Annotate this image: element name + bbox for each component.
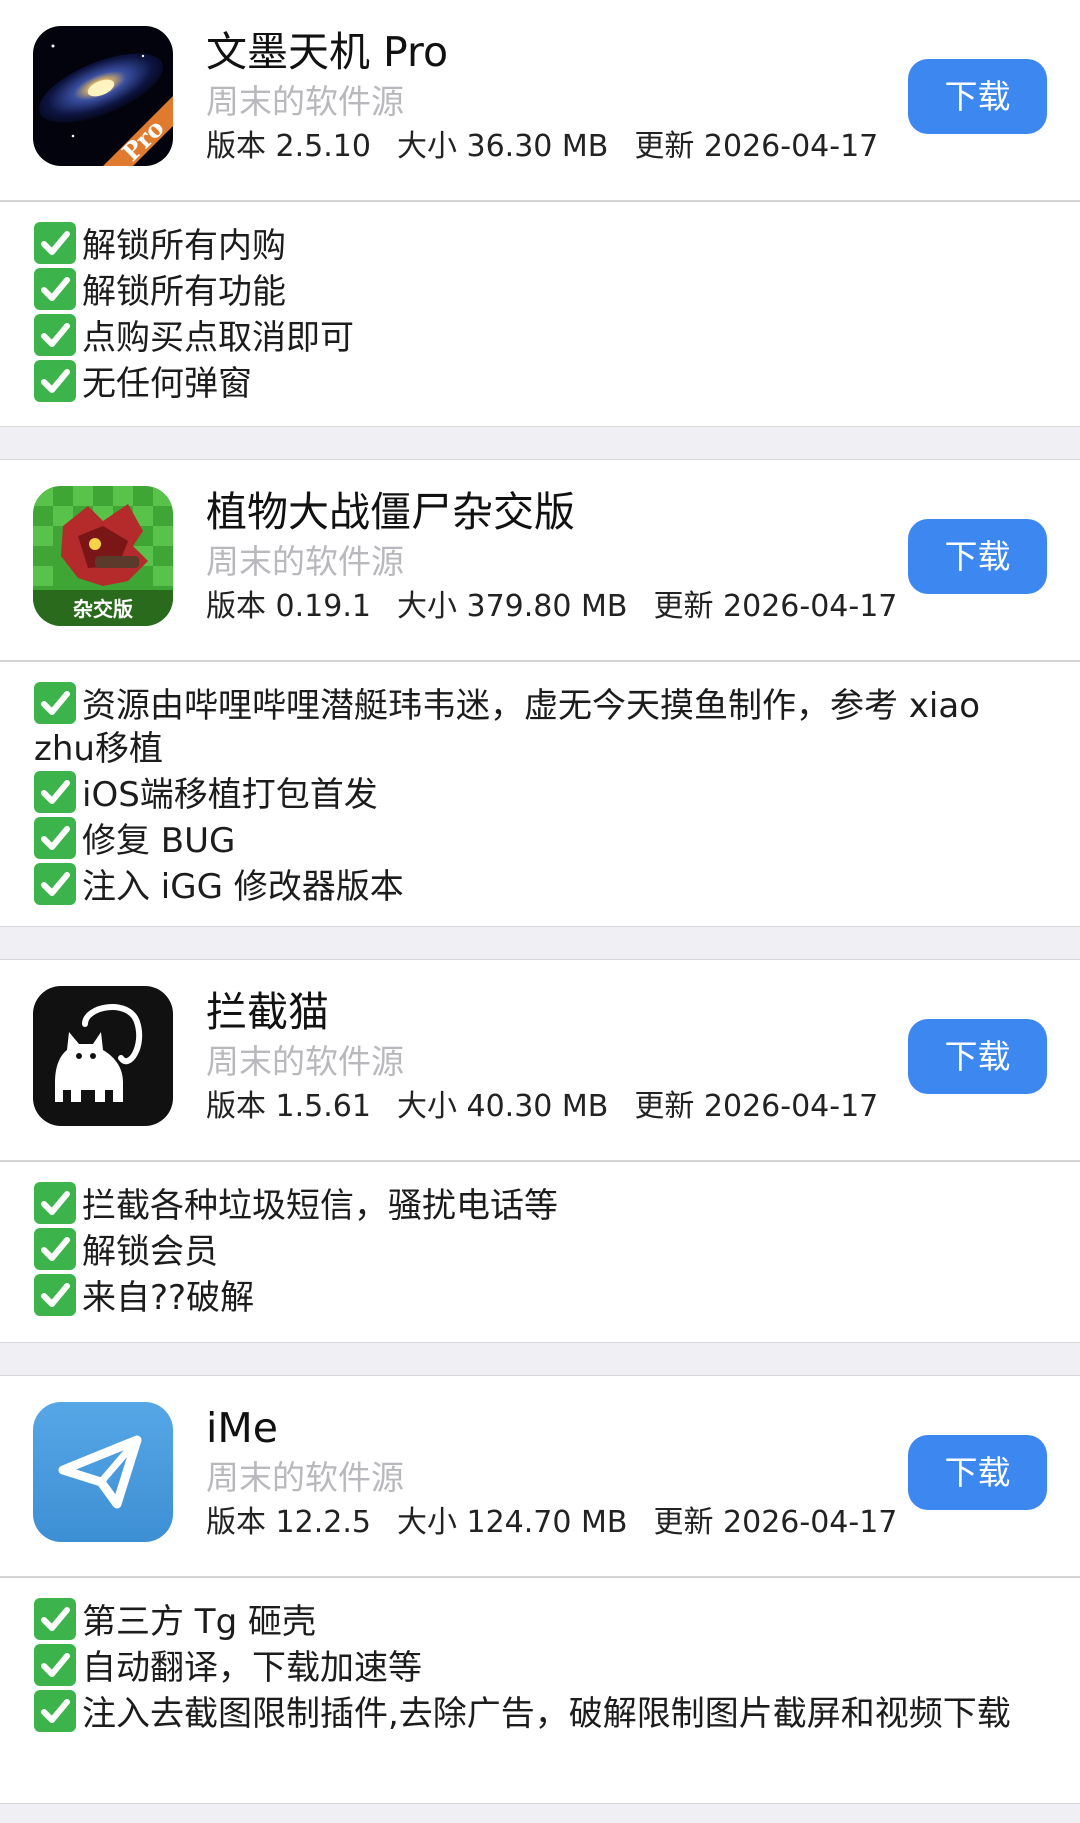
app-updated: 更新 2026-04-17 xyxy=(653,589,898,624)
feature-list: 拦截各种垃圾短信，骚扰电话等 解锁会员 来自??破解 xyxy=(0,1162,1080,1342)
app-size: 大小 124.70 MB xyxy=(396,1505,628,1540)
feature-item: 解锁所有内购 xyxy=(34,222,1044,268)
section-separator xyxy=(0,426,1080,460)
feature-item: 自动翻译，下载加速等 xyxy=(34,1644,1044,1690)
icon-badge: 杂交版 xyxy=(73,597,133,621)
feature-item: 注入 iGG 修改器版本 xyxy=(34,863,1044,909)
app-size: 大小 36.30 MB xyxy=(396,129,609,164)
app-meta: 版本 1.5.61 大小 40.30 MB 更新 2026-04-17 xyxy=(206,1088,878,1126)
check-icon xyxy=(34,817,76,859)
app-source: 周末的软件源 xyxy=(206,542,404,581)
app-size: 大小 379.80 MB xyxy=(396,589,628,624)
feature-list: 解锁所有内购 解锁所有功能 点购买点取消即可 无任何弹窗 xyxy=(0,202,1080,426)
check-icon xyxy=(34,771,76,813)
app-meta: 版本 0.19.1 大小 379.80 MB 更新 2026-04-17 xyxy=(206,588,897,626)
feature-list: 资源由哔哩哔哩潜艇玮韦迷，虚无今天摸鱼制作，参考 xiao zhu移植 iOS端… xyxy=(0,662,1080,926)
app-updated: 更新 2026-04-17 xyxy=(653,1505,898,1540)
feature-item: 修复 BUG xyxy=(34,817,1044,863)
feature-item: 解锁会员 xyxy=(34,1228,1044,1274)
app-name: 文墨天机 Pro xyxy=(206,28,449,76)
app-source: 周末的软件源 xyxy=(206,1042,404,1081)
section-separator xyxy=(0,1342,1080,1376)
app-source: 周末的软件源 xyxy=(206,82,404,121)
app-card: iMe 周末的软件源 版本 12.2.5 大小 124.70 MB 更新 2026-… xyxy=(0,1376,1080,1576)
feature-item: iOS端移植打包首发 xyxy=(34,771,1044,817)
section-separator xyxy=(0,926,1080,960)
check-icon xyxy=(34,1598,76,1640)
check-icon xyxy=(34,1228,76,1270)
download-button[interactable]: 下载 xyxy=(908,59,1047,134)
cat-icon[interactable] xyxy=(33,986,173,1126)
feature-item: 无任何弹窗 xyxy=(34,360,1044,406)
app-updated: 更新 2026-04-17 xyxy=(634,129,879,164)
download-button[interactable]: 下载 xyxy=(908,1019,1047,1094)
app-card: 拦截猫 周末的软件源 版本 1.5.61 大小 40.30 MB 更新 2026-0… xyxy=(0,960,1080,1160)
check-icon xyxy=(34,222,76,264)
paper-plane-icon[interactable] xyxy=(33,1402,173,1542)
app-card: 杂交版 植物大战僵尸杂交版 周末的软件源 版本 0.19.1 大小 379.80 … xyxy=(0,460,1080,660)
app-card: Pro 文墨天机 Pro 周末的软件源 版本 2.5.10 大小 36.30 MB… xyxy=(0,0,1080,200)
feature-item: 解锁所有功能 xyxy=(34,268,1044,314)
pvz-hybrid-icon[interactable]: 杂交版 xyxy=(33,486,173,626)
download-button[interactable]: 下载 xyxy=(908,1435,1047,1510)
app-meta: 版本 2.5.10 大小 36.30 MB 更新 2026-04-17 xyxy=(206,128,878,166)
app-version: 版本 1.5.61 xyxy=(206,1089,371,1124)
check-icon xyxy=(34,360,76,402)
feature-item: 拦截各种垃圾短信，骚扰电话等 xyxy=(34,1182,1044,1228)
app-version: 版本 12.2.5 xyxy=(206,1505,371,1540)
section-separator xyxy=(0,1803,1080,1823)
check-icon xyxy=(34,1274,76,1316)
check-icon xyxy=(34,682,76,724)
check-icon xyxy=(34,268,76,310)
feature-list: 第三方 Tg 砸壳 自动翻译，下载加速等 注入去截图限制插件,去除广告，破解限制… xyxy=(0,1578,1080,1803)
check-icon xyxy=(34,1644,76,1686)
feature-item: 点购买点取消即可 xyxy=(34,314,1044,360)
feature-item: 资源由哔哩哔哩潜艇玮韦迷，虚无今天摸鱼制作，参考 xiao zhu移植 xyxy=(34,682,1044,771)
app-name: iMe xyxy=(206,1404,278,1452)
download-button[interactable]: 下载 xyxy=(908,519,1047,594)
galaxy-pro-icon[interactable]: Pro xyxy=(33,26,173,166)
feature-item: 第三方 Tg 砸壳 xyxy=(34,1598,1044,1644)
feature-item: 来自??破解 xyxy=(34,1274,1044,1320)
feature-item: 注入去截图限制插件,去除广告，破解限制图片截屏和视频下载 xyxy=(34,1690,1044,1736)
app-meta: 版本 12.2.5 大小 124.70 MB 更新 2026-04-17 xyxy=(206,1504,897,1542)
app-size: 大小 40.30 MB xyxy=(396,1089,609,1124)
check-icon xyxy=(34,314,76,356)
check-icon xyxy=(34,1182,76,1224)
check-icon xyxy=(34,1690,76,1732)
app-version: 版本 0.19.1 xyxy=(206,589,371,624)
check-icon xyxy=(34,863,76,905)
app-name: 植物大战僵尸杂交版 xyxy=(206,488,575,536)
app-source: 周末的软件源 xyxy=(206,1458,404,1497)
app-version: 版本 2.5.10 xyxy=(206,129,371,164)
app-name: 拦截猫 xyxy=(206,988,329,1036)
app-updated: 更新 2026-04-17 xyxy=(634,1089,879,1124)
